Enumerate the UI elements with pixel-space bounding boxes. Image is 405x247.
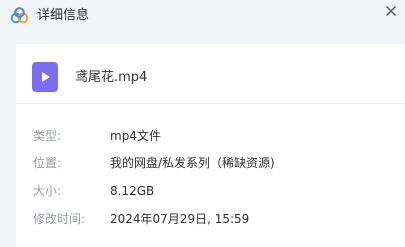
- detail-label: 位置:: [33, 156, 62, 170]
- detail-row-modified: 修改时间: 2024年07月29日, 15:59: [16, 210, 404, 228]
- video-file-icon: [32, 62, 58, 92]
- detail-value: 2024年07月29日, 15:59: [110, 212, 250, 226]
- close-button[interactable]: [380, 0, 402, 22]
- details-panel: 鸢尾花.mp4 类型: mp4文件 位置: 我的网盘/私发系列（稀缺资源) 大小…: [16, 44, 404, 247]
- detail-label: 大小:: [33, 184, 62, 198]
- detail-label: 类型:: [33, 129, 62, 143]
- file-header: 鸢尾花.mp4: [16, 44, 404, 104]
- detail-value: 8.12GB: [110, 184, 155, 198]
- detail-label: 修改时间:: [33, 212, 86, 226]
- detail-row-location: 位置: 我的网盘/私发系列（稀缺资源): [16, 154, 404, 172]
- detail-row-size: 大小: 8.12GB: [16, 182, 404, 200]
- close-icon: [386, 6, 396, 16]
- file-name: 鸢尾花.mp4: [75, 70, 148, 85]
- window-title: 详细信息: [37, 8, 90, 23]
- detail-value: mp4文件: [110, 129, 161, 143]
- detail-row-type: 类型: mp4文件: [16, 127, 404, 145]
- detail-value: 我的网盘/私发系列（稀缺资源): [110, 156, 275, 170]
- title-bar: 详细信息: [0, 0, 405, 32]
- cloud-logo-icon: [10, 7, 29, 24]
